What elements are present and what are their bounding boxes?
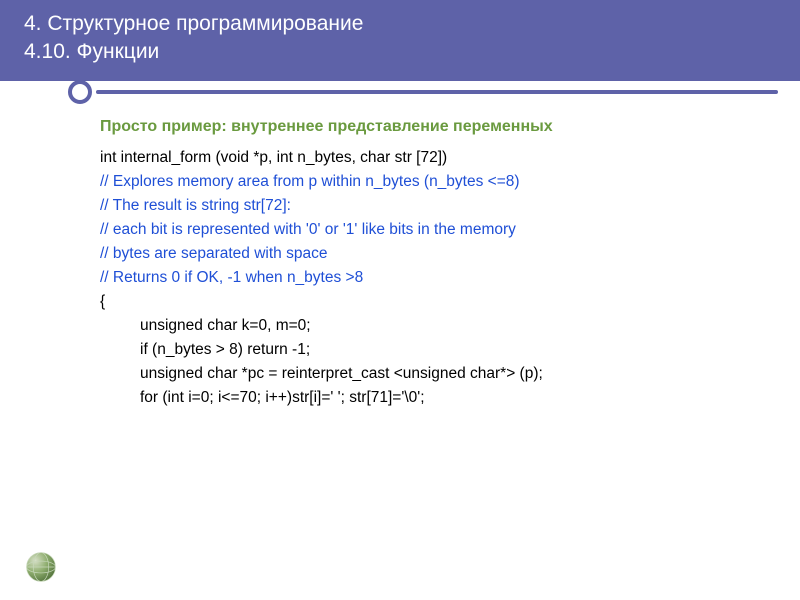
code-comment: // each bit is represented with '0' or '… (100, 218, 770, 242)
code-comment: // bytes are separated with space (100, 242, 770, 266)
globe-icon (24, 550, 58, 584)
header-underline (96, 90, 778, 94)
content-subtitle: Просто пример: внутреннее представление … (100, 118, 770, 136)
code-line: for (int i=0; i<=70; i++)str[i]=' '; str… (100, 386, 770, 410)
code-line: int internal_form (void *p, int n_bytes,… (100, 146, 770, 170)
code-line: if (n_bytes > 8) return -1; (100, 338, 770, 362)
code-line: unsigned char k=0, m=0; (100, 314, 770, 338)
code-line: { (100, 290, 770, 314)
header-title-line1: 4. Структурное программирование (24, 10, 776, 38)
header-bullet-icon (68, 80, 92, 104)
code-comment: // The result is string str[72]: (100, 194, 770, 218)
code-block: int internal_form (void *p, int n_bytes,… (100, 146, 770, 410)
code-line: unsigned char *pc = reinterpret_cast <un… (100, 362, 770, 386)
slide-header: 4. Структурное программирование 4.10. Фу… (0, 0, 800, 81)
slide-content: Просто пример: внутреннее представление … (100, 118, 770, 410)
code-comment: // Returns 0 if OK, -1 when n_bytes >8 (100, 266, 770, 290)
code-comment: // Explores memory area from p within n_… (100, 170, 770, 194)
header-title-line2: 4.10. Функции (24, 38, 776, 66)
